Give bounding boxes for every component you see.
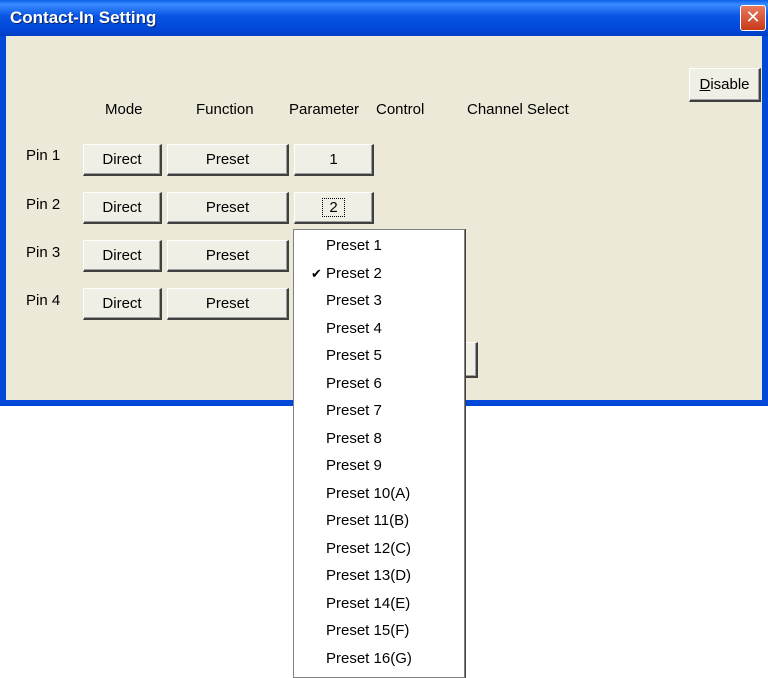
pin-4-function-button[interactable]: Preset — [167, 288, 289, 320]
header-control: Control — [376, 101, 425, 118]
dropdown-item-label: Preset 10(A) — [326, 484, 411, 502]
dropdown-item-label: Preset 7 — [326, 402, 382, 419]
window-title: Contact-In Setting — [10, 8, 157, 27]
dropdown-item[interactable]: Preset 4 — [294, 315, 464, 342]
dropdown-item[interactable]: Preset 16(G) — [294, 645, 464, 672]
pin-1-function-button[interactable]: Preset — [167, 144, 289, 176]
close-icon[interactable]: ✕ — [740, 5, 766, 31]
parameter-dropdown-menu: Preset 1 ✔ Preset 2 Preset 3 Preset 4 Preset … — [293, 229, 465, 678]
title-bar[interactable]: Contact-In Setting ✕ — [0, 0, 768, 36]
pin-2-parameter-value: 2 — [322, 198, 345, 217]
pin-4-label: Pin 4 — [26, 292, 61, 309]
dropdown-item[interactable]: Preset 11(B) — [294, 507, 464, 534]
dropdown-item[interactable]: Preset 8 — [294, 425, 464, 452]
dropdown-item[interactable]: Preset 3 — [294, 287, 464, 314]
checkmark-icon: ✔ — [311, 265, 322, 281]
disable-button-label: Disable — [699, 76, 749, 93]
dropdown-item[interactable]: Preset 15(F) — [294, 617, 464, 644]
pin-2-parameter-button[interactable]: 2 — [294, 192, 374, 224]
dropdown-item-label: Preset 15(F) — [326, 622, 410, 639]
dropdown-item-label: Preset 4 — [326, 319, 382, 337]
dropdown-item-label: Preset 8 — [326, 429, 382, 447]
header-mode: Mode — [105, 101, 143, 118]
dropdown-item-label: Preset 9 — [326, 457, 382, 474]
dropdown-item[interactable]: Preset 10(A) — [294, 480, 464, 507]
disable-label-rest: isable — [710, 76, 750, 93]
pin-1-label: Pin 1 — [26, 147, 61, 164]
dropdown-item-label: Preset 1 — [326, 237, 382, 254]
header-function: Function — [196, 101, 254, 118]
dropdown-item-label: Preset 6 — [326, 374, 382, 392]
dropdown-item-label: Preset 11(B) — [326, 512, 410, 529]
dropdown-item[interactable]: Preset 6 — [294, 370, 464, 397]
dropdown-item-label: Preset 14(E) — [326, 594, 411, 612]
dropdown-item[interactable]: Preset 5 — [294, 342, 464, 369]
pin-2-mode-button[interactable]: Direct — [83, 192, 162, 224]
disable-button[interactable]: Disable — [689, 68, 761, 102]
header-channel-select: Channel Select — [467, 101, 569, 118]
pin-1-parameter-button[interactable]: 1 — [294, 144, 374, 176]
dropdown-item-label: Preset 3 — [326, 292, 382, 309]
pin-1-mode-button[interactable]: Direct — [83, 144, 162, 176]
dropdown-item-label: Preset 16(G) — [326, 649, 412, 667]
dropdown-item[interactable]: Preset 14(E) — [294, 590, 464, 617]
pin-3-label: Pin 3 — [26, 244, 61, 261]
dropdown-item[interactable]: ✔ Preset 2 — [294, 260, 464, 287]
dropdown-item[interactable]: Preset 13(D) — [294, 562, 464, 589]
pin-4-mode-button[interactable]: Direct — [83, 288, 162, 320]
header-parameter: Parameter — [289, 101, 360, 118]
disable-accelerator-letter: D — [699, 76, 711, 93]
window-border-right — [762, 36, 768, 406]
dropdown-item-label: Preset 12(C) — [326, 539, 412, 557]
pin-2-label: Pin 2 — [26, 196, 61, 213]
dropdown-item-label: Preset 2 — [326, 264, 382, 282]
pin-3-mode-button[interactable]: Direct — [83, 240, 162, 272]
pin-3-function-button[interactable]: Preset — [167, 240, 289, 272]
dropdown-item[interactable]: Preset 12(C) — [294, 535, 464, 562]
dropdown-item[interactable]: Preset 7 — [294, 397, 464, 424]
dropdown-item[interactable]: Preset 9 — [294, 452, 464, 479]
dropdown-item-label: Preset 5 — [326, 347, 382, 364]
dropdown-item[interactable]: Preset 1 — [294, 232, 464, 259]
pin-2-function-button[interactable]: Preset — [167, 192, 289, 224]
dropdown-item-label: Preset 13(D) — [326, 567, 412, 584]
